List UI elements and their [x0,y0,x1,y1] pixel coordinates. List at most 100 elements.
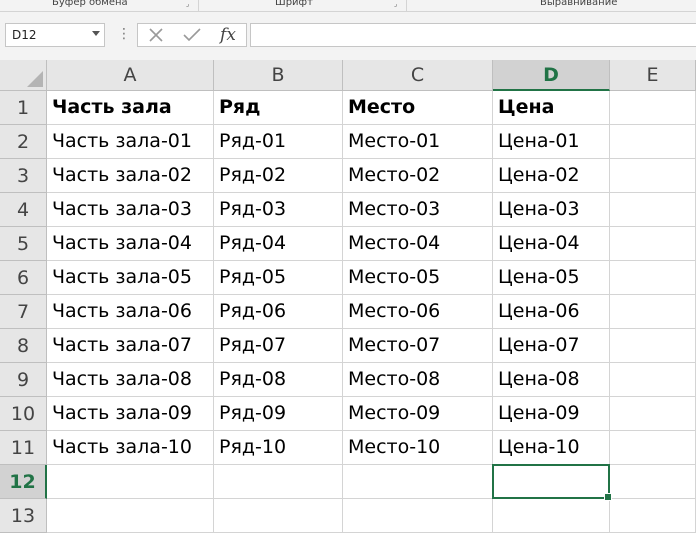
clipboard-dialog-launcher-icon[interactable]: ⌟ [186,1,193,8]
cell-c4[interactable]: Место-03 [343,193,493,227]
cell-c3[interactable]: Место-02 [343,159,493,193]
cell-c9[interactable]: Место-08 [343,363,493,397]
cell-e12[interactable] [610,465,696,499]
select-all-button[interactable] [0,60,47,91]
cell-a6[interactable]: Часть зала-05 [47,261,214,295]
cell-e8[interactable] [610,329,696,363]
chevron-down-icon[interactable] [92,31,100,36]
cell-d8[interactable]: Цена-07 [493,329,610,363]
cell-d1[interactable]: Цена [493,91,610,125]
cell-a13[interactable] [47,499,214,533]
cell-a7[interactable]: Часть зала-06 [47,295,214,329]
name-box[interactable]: D12 [5,23,105,47]
cell-b4[interactable]: Ряд-03 [214,193,343,227]
row-header-1[interactable]: 1 [0,91,47,125]
cell-a9[interactable]: Часть зала-08 [47,363,214,397]
cell-b11[interactable]: Ряд-10 [214,431,343,465]
row-header-8[interactable]: 8 [0,329,47,363]
cell-e4[interactable] [610,193,696,227]
enter-button[interactable] [178,24,206,46]
cell-b13[interactable] [214,499,343,533]
select-all-triangle-icon [27,71,43,87]
cell-c8[interactable]: Место-07 [343,329,493,363]
cell-e1[interactable] [610,91,696,125]
cell-d9[interactable]: Цена-08 [493,363,610,397]
row-header-11[interactable]: 11 [0,431,47,465]
cell-c11[interactable]: Место-10 [343,431,493,465]
cell-a8[interactable]: Часть зала-07 [47,329,214,363]
row-header-9[interactable]: 9 [0,363,47,397]
cell-b3[interactable]: Ряд-02 [214,159,343,193]
cell-c10[interactable]: Место-09 [343,397,493,431]
row-header-6[interactable]: 6 [0,261,47,295]
ribbon-separator [406,0,407,11]
cell-c2[interactable]: Место-01 [343,125,493,159]
cell-a4[interactable]: Часть зала-03 [47,193,214,227]
ribbon-group-font-label: Шрифт [275,0,313,8]
row-header-5[interactable]: 5 [0,227,47,261]
row-header-2[interactable]: 2 [0,125,47,159]
cell-e10[interactable] [610,397,696,431]
cell-b6[interactable]: Ряд-05 [214,261,343,295]
formula-input[interactable] [250,23,696,47]
cell-a5[interactable]: Часть зала-04 [47,227,214,261]
cell-d6[interactable]: Цена-05 [493,261,610,295]
row-header-10[interactable]: 10 [0,397,47,431]
vertical-ellipsis-icon[interactable]: ⋮ [117,27,131,41]
ribbon-group-clipboard-label: Буфер обмена [52,0,128,8]
cell-b10[interactable]: Ряд-09 [214,397,343,431]
cell-c12[interactable] [343,465,493,499]
row-header-13[interactable]: 13 [0,499,47,533]
cell-a2[interactable]: Часть зала-01 [47,125,214,159]
cell-e7[interactable] [610,295,696,329]
cell-b12[interactable] [214,465,343,499]
row-header-7[interactable]: 7 [0,295,47,329]
cell-d3[interactable]: Цена-02 [493,159,610,193]
cell-d10[interactable]: Цена-09 [493,397,610,431]
cell-a1[interactable]: Часть зала [47,91,214,125]
column-header-c[interactable]: C [343,60,493,91]
column-header-a[interactable]: A [47,60,214,91]
cell-d13[interactable] [493,499,610,533]
cell-c6[interactable]: Место-05 [343,261,493,295]
cell-e6[interactable] [610,261,696,295]
name-box-value: D12 [12,28,37,42]
cell-d4[interactable]: Цена-03 [493,193,610,227]
cell-b1[interactable]: Ряд [214,91,343,125]
cancel-button[interactable] [142,24,170,46]
row-header-4[interactable]: 4 [0,193,47,227]
cell-a11[interactable]: Часть зала-10 [47,431,214,465]
ribbon-group-labels: Буфер обмена ⌟ Шрифт ⌟ Выравнивание [0,0,696,12]
row-header-12[interactable]: 12 [0,465,47,499]
cell-b8[interactable]: Ряд-07 [214,329,343,363]
column-header-e[interactable]: E [610,60,696,91]
cell-e5[interactable] [610,227,696,261]
cell-e13[interactable] [610,499,696,533]
cell-d7[interactable]: Цена-06 [493,295,610,329]
cell-a12[interactable] [47,465,214,499]
cell-a3[interactable]: Часть зала-02 [47,159,214,193]
close-icon [149,28,163,42]
insert-function-button[interactable]: fx [214,24,242,46]
cell-d12[interactable] [493,465,610,499]
cell-b9[interactable]: Ряд-08 [214,363,343,397]
cell-b5[interactable]: Ряд-04 [214,227,343,261]
cell-c7[interactable]: Место-06 [343,295,493,329]
cell-c1[interactable]: Место [343,91,493,125]
row-header-3[interactable]: 3 [0,159,47,193]
cell-d11[interactable]: Цена-10 [493,431,610,465]
cell-b7[interactable]: Ряд-06 [214,295,343,329]
cell-e11[interactable] [610,431,696,465]
cell-e2[interactable] [610,125,696,159]
cell-c13[interactable] [343,499,493,533]
cell-a10[interactable]: Часть зала-09 [47,397,214,431]
column-header-d[interactable]: D [493,60,610,91]
cell-d2[interactable]: Цена-01 [493,125,610,159]
font-dialog-launcher-icon[interactable]: ⌟ [394,1,401,8]
cell-d5[interactable]: Цена-04 [493,227,610,261]
cell-c5[interactable]: Место-04 [343,227,493,261]
cell-b2[interactable]: Ряд-01 [214,125,343,159]
cell-e9[interactable] [610,363,696,397]
cell-e3[interactable] [610,159,696,193]
column-header-b[interactable]: B [214,60,343,91]
